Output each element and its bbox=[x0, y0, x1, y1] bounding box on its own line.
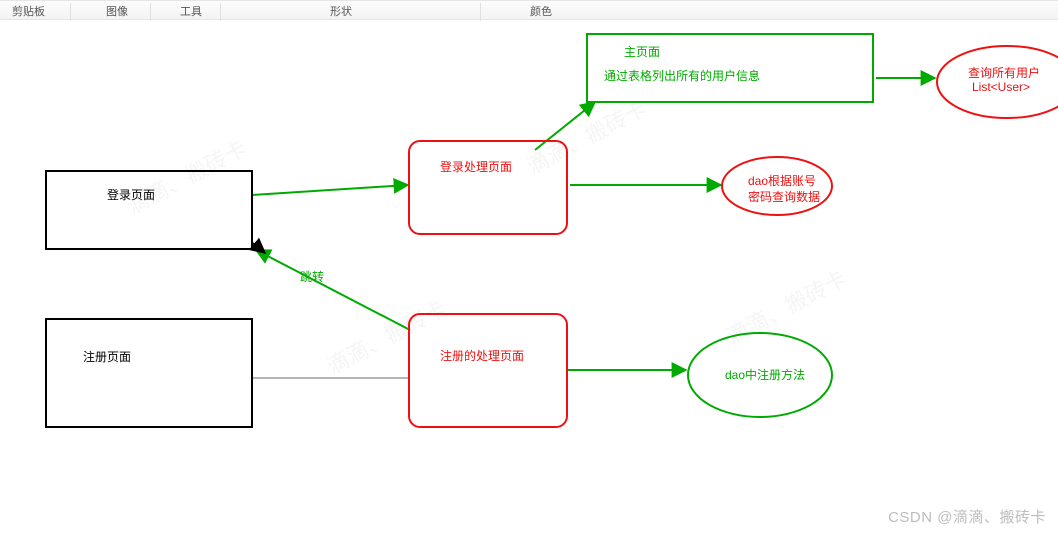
node-dao-login-line1: dao根据账号 bbox=[748, 172, 816, 189]
toolbar-color: 颜色 bbox=[530, 3, 552, 19]
node-register-page: 注册页面 bbox=[45, 318, 253, 428]
csdn-watermark: CSDN @滴滴、搬砖卡 bbox=[888, 506, 1046, 527]
node-main-page-title: 主页面 bbox=[624, 43, 660, 60]
node-login-page-label: 登录页面 bbox=[107, 186, 155, 203]
node-main-page: 主页面 通过表格列出所有的用户信息 bbox=[586, 33, 874, 103]
toolbar-tools: 工具 bbox=[180, 3, 202, 19]
node-register-proc-label: 注册的处理页面 bbox=[440, 347, 524, 364]
node-register-proc: 注册的处理页面 bbox=[408, 313, 568, 428]
node-main-page-desc: 通过表格列出所有的用户信息 bbox=[604, 67, 760, 84]
node-dao-register-label: dao中注册方法 bbox=[725, 366, 805, 383]
edge-jump-label: 跳转 bbox=[300, 268, 324, 285]
node-dao-query-all-line1: 查询所有用户 bbox=[968, 64, 1040, 81]
toolbar-shapes: 形状 bbox=[330, 3, 352, 19]
node-register-page-label: 注册页面 bbox=[83, 348, 131, 365]
node-dao-query-all-line2: List<User> bbox=[972, 80, 1030, 94]
node-login-proc-label: 登录处理页面 bbox=[440, 158, 512, 175]
ribbon-groups: 剪贴板 图像 工具 形状 颜色 bbox=[0, 0, 1058, 20]
node-dao-login-line2: 密码查询数据 bbox=[748, 188, 820, 205]
diagram-viewport: 剪贴板 图像 工具 形状 颜色 滴滴、搬砖卡 滴滴、搬砖卡 滴滴、搬砖卡 滴滴、… bbox=[0, 0, 1058, 533]
node-login-proc: 登录处理页面 bbox=[408, 140, 568, 235]
connector-layer bbox=[0, 0, 1058, 533]
toolbar-image: 图像 bbox=[106, 3, 128, 19]
toolbar-clipboard: 剪贴板 bbox=[12, 3, 45, 19]
node-login-page: 登录页面 bbox=[45, 170, 253, 250]
